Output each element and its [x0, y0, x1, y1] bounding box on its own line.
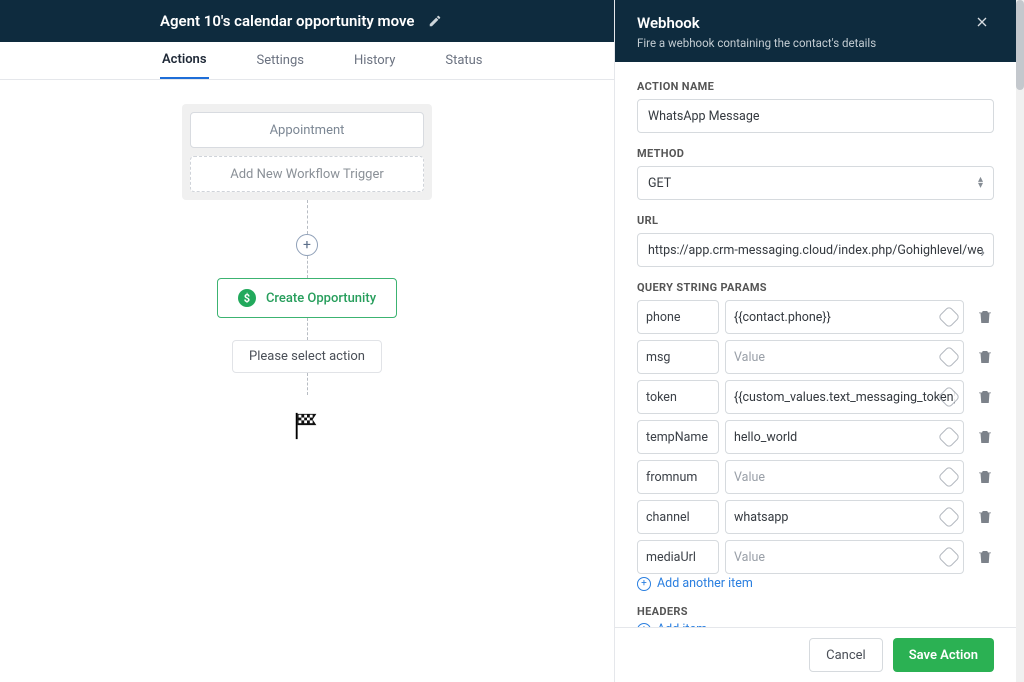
connector — [307, 373, 308, 395]
param-value-input[interactable] — [725, 460, 964, 494]
delete-param-icon[interactable] — [976, 548, 994, 566]
url-input[interactable]: › — [637, 233, 994, 267]
method-value: GET — [648, 176, 671, 191]
select-action-placeholder[interactable]: Please select action — [232, 340, 382, 373]
param-value-input[interactable] — [725, 540, 964, 574]
param-value-input[interactable] — [725, 420, 964, 454]
action-name-label: ACTION NAME — [637, 80, 994, 93]
workflow-canvas: Appointment Add New Workflow Trigger + $… — [0, 80, 614, 682]
param-key-input[interactable]: token — [637, 380, 719, 414]
close-icon[interactable] — [974, 14, 990, 34]
param-key-input[interactable]: fromnum — [637, 460, 719, 494]
url-label: URL — [637, 214, 994, 227]
param-row: token — [637, 380, 994, 414]
delete-param-icon[interactable] — [976, 348, 994, 366]
tab-settings[interactable]: Settings — [255, 43, 306, 78]
qsp-label: QUERY STRING PARAMS — [637, 281, 994, 294]
panel-body: ACTION NAME METHOD GET ▴▾ URL › QUERY ST… — [615, 62, 1016, 627]
trigger-group: Appointment Add New Workflow Trigger — [182, 104, 432, 200]
panel-title: Webhook — [637, 14, 994, 32]
scrollbar-thumb[interactable] — [1016, 0, 1024, 90]
tab-history[interactable]: History — [352, 43, 397, 78]
param-key-input[interactable]: mediaUrl — [637, 540, 719, 574]
param-key-input[interactable]: phone — [637, 300, 719, 334]
method-select[interactable]: GET ▴▾ — [637, 166, 994, 200]
cancel-button[interactable]: Cancel — [809, 638, 883, 672]
add-param-button[interactable]: + Add another item — [637, 576, 994, 591]
add-param-label: Add another item — [657, 576, 753, 591]
param-row: mediaUrl — [637, 540, 994, 574]
add-workflow-trigger[interactable]: Add New Workflow Trigger — [190, 156, 424, 192]
delete-param-icon[interactable] — [976, 308, 994, 326]
delete-param-icon[interactable] — [976, 388, 994, 406]
param-key-input[interactable]: channel — [637, 500, 719, 534]
chevron-right-icon: › — [980, 242, 985, 261]
connector — [307, 200, 308, 234]
panel-footer: Cancel Save Action — [615, 627, 1016, 682]
param-row: tempName — [637, 420, 994, 454]
method-label: METHOD — [637, 147, 994, 160]
chevron-updown-icon: ▴▾ — [978, 177, 983, 189]
plus-circle-icon: + — [637, 577, 651, 591]
param-key-input[interactable]: tempName — [637, 420, 719, 454]
edit-title-icon[interactable] — [428, 14, 442, 28]
param-value-input[interactable] — [725, 500, 964, 534]
param-value-input[interactable] — [725, 300, 964, 334]
param-row: fromnum — [637, 460, 994, 494]
param-row: msg — [637, 340, 994, 374]
delete-param-icon[interactable] — [976, 468, 994, 486]
param-key-input[interactable]: msg — [637, 340, 719, 374]
tab-actions[interactable]: Actions — [160, 42, 209, 79]
panel-header: Webhook Fire a webhook containing the co… — [615, 0, 1016, 62]
workflow-title: Agent 10's calendar opportunity move — [160, 12, 414, 30]
page-scrollbar[interactable] — [1016, 0, 1024, 682]
connector — [307, 318, 308, 340]
add-step-button[interactable]: + — [296, 234, 318, 256]
dollar-icon: $ — [238, 289, 256, 307]
finish-flag-icon — [292, 411, 322, 441]
delete-param-icon[interactable] — [976, 428, 994, 446]
connector — [307, 256, 308, 278]
action-side-panel: Webhook Fire a webhook containing the co… — [614, 0, 1016, 682]
save-action-button[interactable]: Save Action — [893, 638, 994, 672]
param-value-input[interactable] — [725, 340, 964, 374]
param-row: channel — [637, 500, 994, 534]
action-name-input[interactable] — [637, 99, 994, 133]
tab-status[interactable]: Status — [443, 43, 484, 78]
param-row: phone — [637, 300, 994, 334]
create-opportunity-step[interactable]: $ Create Opportunity — [217, 278, 397, 318]
create-opportunity-label: Create Opportunity — [266, 291, 376, 306]
headers-label: HEADERS — [637, 605, 994, 618]
delete-param-icon[interactable] — [976, 508, 994, 526]
param-value-input[interactable] — [725, 380, 964, 414]
trigger-card-appointment[interactable]: Appointment — [190, 112, 424, 148]
panel-subtitle: Fire a webhook containing the contact's … — [637, 36, 994, 50]
query-params-list: phone msg token tempName fromnum channel media… — [637, 300, 994, 574]
